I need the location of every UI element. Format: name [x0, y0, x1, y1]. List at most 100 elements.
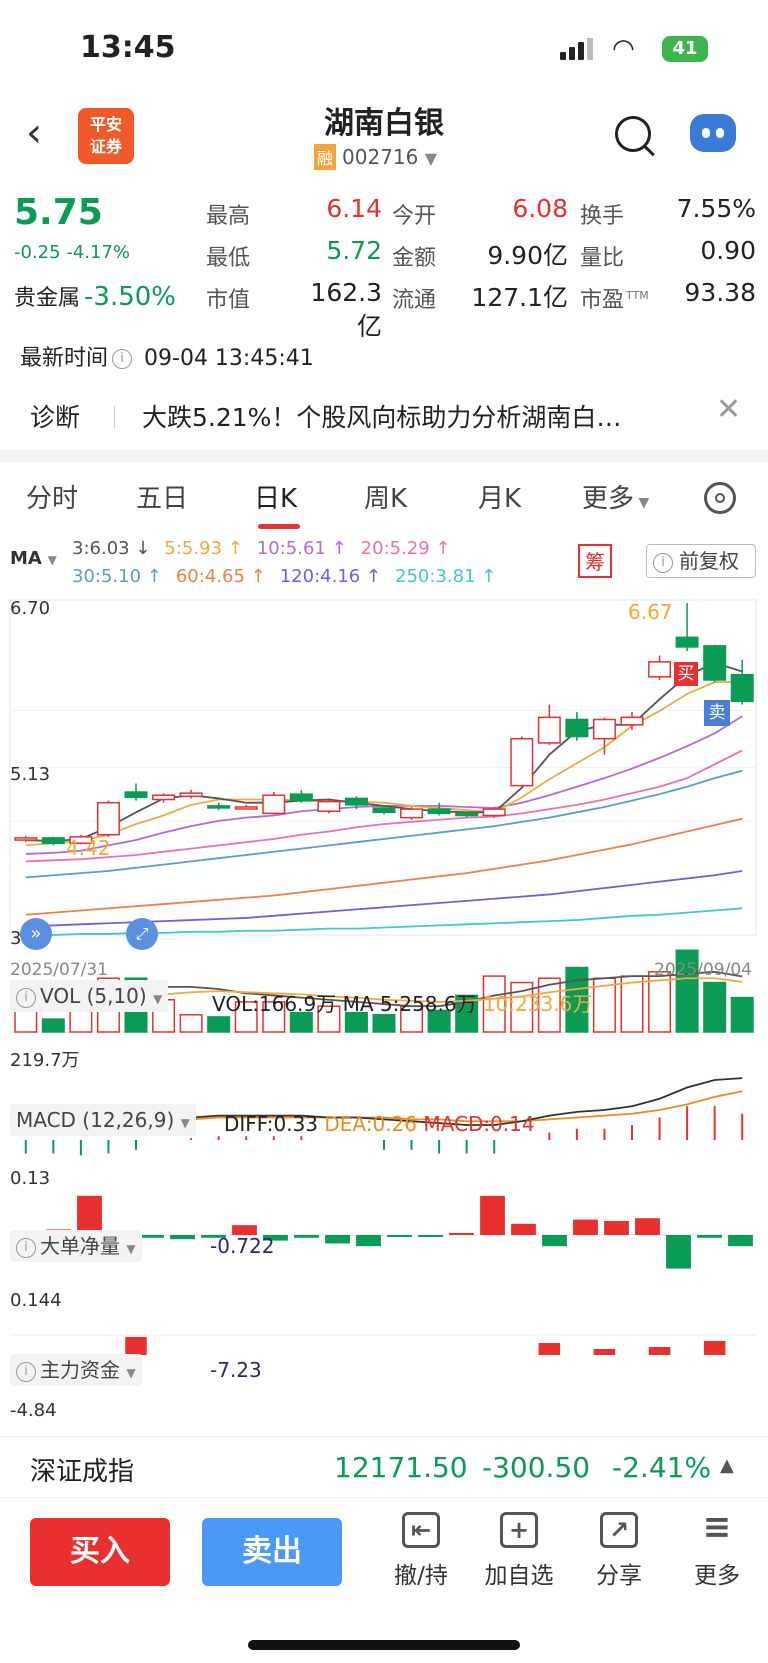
tab-daily-k[interactable]: 日K [254, 478, 297, 515]
macd-selector[interactable]: MACD (12,26,9) ▼ [10, 1104, 196, 1136]
wifi-icon: ◠ [612, 34, 635, 64]
ma-legend-item: 3:6.03 ↓ [72, 538, 151, 559]
add-watchlist-button[interactable]: + 加自选 [484, 1512, 554, 1590]
buy-button[interactable]: 买入 [30, 1518, 170, 1586]
index-change-pct: -2.41% [612, 1451, 712, 1484]
candle [234, 806, 258, 810]
big-order-bar [728, 1235, 753, 1247]
ma-legend-item: 250:3.81 ↑ [395, 566, 497, 587]
main-fund-selector[interactable]: i 主力资金 ▼ [10, 1354, 142, 1386]
sector-change[interactable]: 贵金属 -3.50% [14, 280, 176, 312]
big-order-value: -0.722 [210, 1234, 275, 1258]
big-order-bar [573, 1219, 598, 1235]
tab-weekly-k[interactable]: 周K [364, 478, 407, 515]
candle [565, 718, 589, 738]
tab-monthly-k[interactable]: 月K [478, 478, 521, 515]
vol-y-label: 219.7万 [10, 1050, 80, 1071]
main-fund-bar [593, 1349, 616, 1355]
tab-more[interactable]: 更多 ▼ [582, 478, 649, 515]
ma-legend-item: 10:5.61 ↑ [256, 538, 347, 559]
expand-left-icon[interactable]: » [20, 918, 52, 950]
candle [675, 636, 699, 648]
volume-bar [41, 1018, 65, 1033]
candle [372, 807, 396, 814]
low-price-mark: 4.42 [66, 836, 111, 860]
big-order-bar [418, 1235, 443, 1237]
menu-icon: ≡ [702, 1507, 732, 1547]
candle [620, 716, 644, 726]
gear-icon[interactable] [704, 482, 736, 514]
stock-code-selector[interactable]: 融 002716 ▼ [314, 144, 437, 170]
quote-value: 5.72 [326, 236, 382, 265]
ma-legend-item: 60:4.65 ↑ [175, 566, 266, 587]
big-order-bar [170, 1235, 195, 1240]
search-icon[interactable] [615, 116, 651, 152]
big-order-selector[interactable]: i 大单净量 ▼ [10, 1230, 142, 1262]
candle [124, 791, 148, 799]
volume-bar [179, 1014, 203, 1033]
index-change: -300.50 [482, 1451, 591, 1484]
stock-title: 湖南白银 [324, 106, 444, 141]
big-order-bar [697, 1235, 722, 1238]
quote-label: 换手 [580, 204, 625, 229]
quote-label: 量比 [580, 246, 625, 271]
ma-selector[interactable]: MA ▼ [10, 548, 57, 569]
assistant-robot-icon[interactable] [690, 114, 736, 152]
big-order-bar [449, 1233, 474, 1235]
candle [427, 808, 451, 815]
main-fund-y-label: -4.84 [10, 1400, 57, 1421]
index-ticker-bar[interactable]: 深证成指 12171.50 -300.50 -2.41% ▲ [0, 1436, 768, 1498]
y-axis-top: 6.70 [10, 598, 51, 619]
big-order-bar [480, 1195, 505, 1235]
close-icon[interactable]: ✕ [716, 392, 741, 427]
candle [344, 797, 368, 806]
diagnosis-banner[interactable]: 诊断 大跌5.21%！个股风向标助力分析湖南白… ✕ [0, 388, 768, 444]
sell-signal-badge[interactable]: 卖 [704, 700, 730, 726]
quote-value: 6.08 [512, 194, 568, 223]
quote-value: 6.14 [326, 194, 382, 223]
price-change: -0.25 -4.17% [14, 242, 130, 263]
main-fund-bar [538, 1343, 561, 1355]
caret-down-icon: ▼ [634, 495, 650, 511]
main-fund-value: -7.23 [210, 1358, 262, 1382]
expand-up-icon[interactable]: ▲ [720, 1455, 734, 1476]
index-value: 12171.50 [334, 1451, 468, 1484]
candle [317, 800, 341, 812]
vol-selector[interactable]: i VOL (5,10) ▼ [10, 980, 169, 1012]
stock-code: 002716 [342, 145, 419, 169]
info-icon[interactable]: i [112, 349, 133, 369]
add-watchlist-icon: + [500, 1512, 538, 1548]
macd-y-label: 0.13 [10, 1168, 51, 1189]
big-order-bar [387, 1235, 412, 1237]
tab-timeshare[interactable]: 分时 [26, 478, 78, 515]
macd-legend: DIFF:0.33 DEA:0.26 MACD:0.14 [224, 1112, 535, 1136]
sell-button[interactable]: 卖出 [202, 1518, 342, 1586]
tab-five-day[interactable]: 五日 [136, 478, 188, 515]
big-order-y-label: 0.144 [10, 1290, 62, 1311]
battery-icon: 41 [662, 36, 708, 62]
ma-legend-item: 120:4.16 ↑ [279, 566, 382, 587]
more-button[interactable]: ≡ 更多 [682, 1507, 752, 1590]
fullscreen-icon[interactable]: ⤢ [126, 918, 158, 950]
ma-legend-row2: 30:5.10 ↑ 60:4.65 ↑ 120:4.16 ↑ 250:3.81 ↑ [72, 566, 510, 587]
main-fund-bar [125, 1337, 147, 1355]
update-time: 最新时间 i 09-04 13:45:41 [20, 346, 314, 371]
cancel-hold-button[interactable]: ⇤ 撤/持 [386, 1512, 456, 1590]
date-start: 2025/07/31 [10, 960, 108, 980]
buy-signal-badge[interactable]: 买 [674, 662, 698, 686]
candle [152, 794, 176, 801]
date-end: 2025/09/04 [654, 960, 752, 980]
candle [96, 801, 120, 836]
candle [14, 837, 38, 841]
big-order-bar [325, 1235, 350, 1244]
chip-distribution-button[interactable]: 筹 [578, 544, 612, 578]
quote-label: 市盈 TTM [580, 288, 649, 313]
ma-legend-item: 5:5.93 ↑ [164, 538, 243, 559]
candle [592, 718, 616, 740]
big-order-bar [666, 1235, 691, 1269]
quote-value: 127.1亿 [471, 283, 568, 312]
ma-legend-item: 20:5.29 ↑ [360, 538, 451, 559]
adjust-mode-button[interactable]: i 前复权 [646, 544, 756, 578]
candle [207, 805, 231, 809]
share-button[interactable]: ↗ 分享 [584, 1512, 654, 1590]
